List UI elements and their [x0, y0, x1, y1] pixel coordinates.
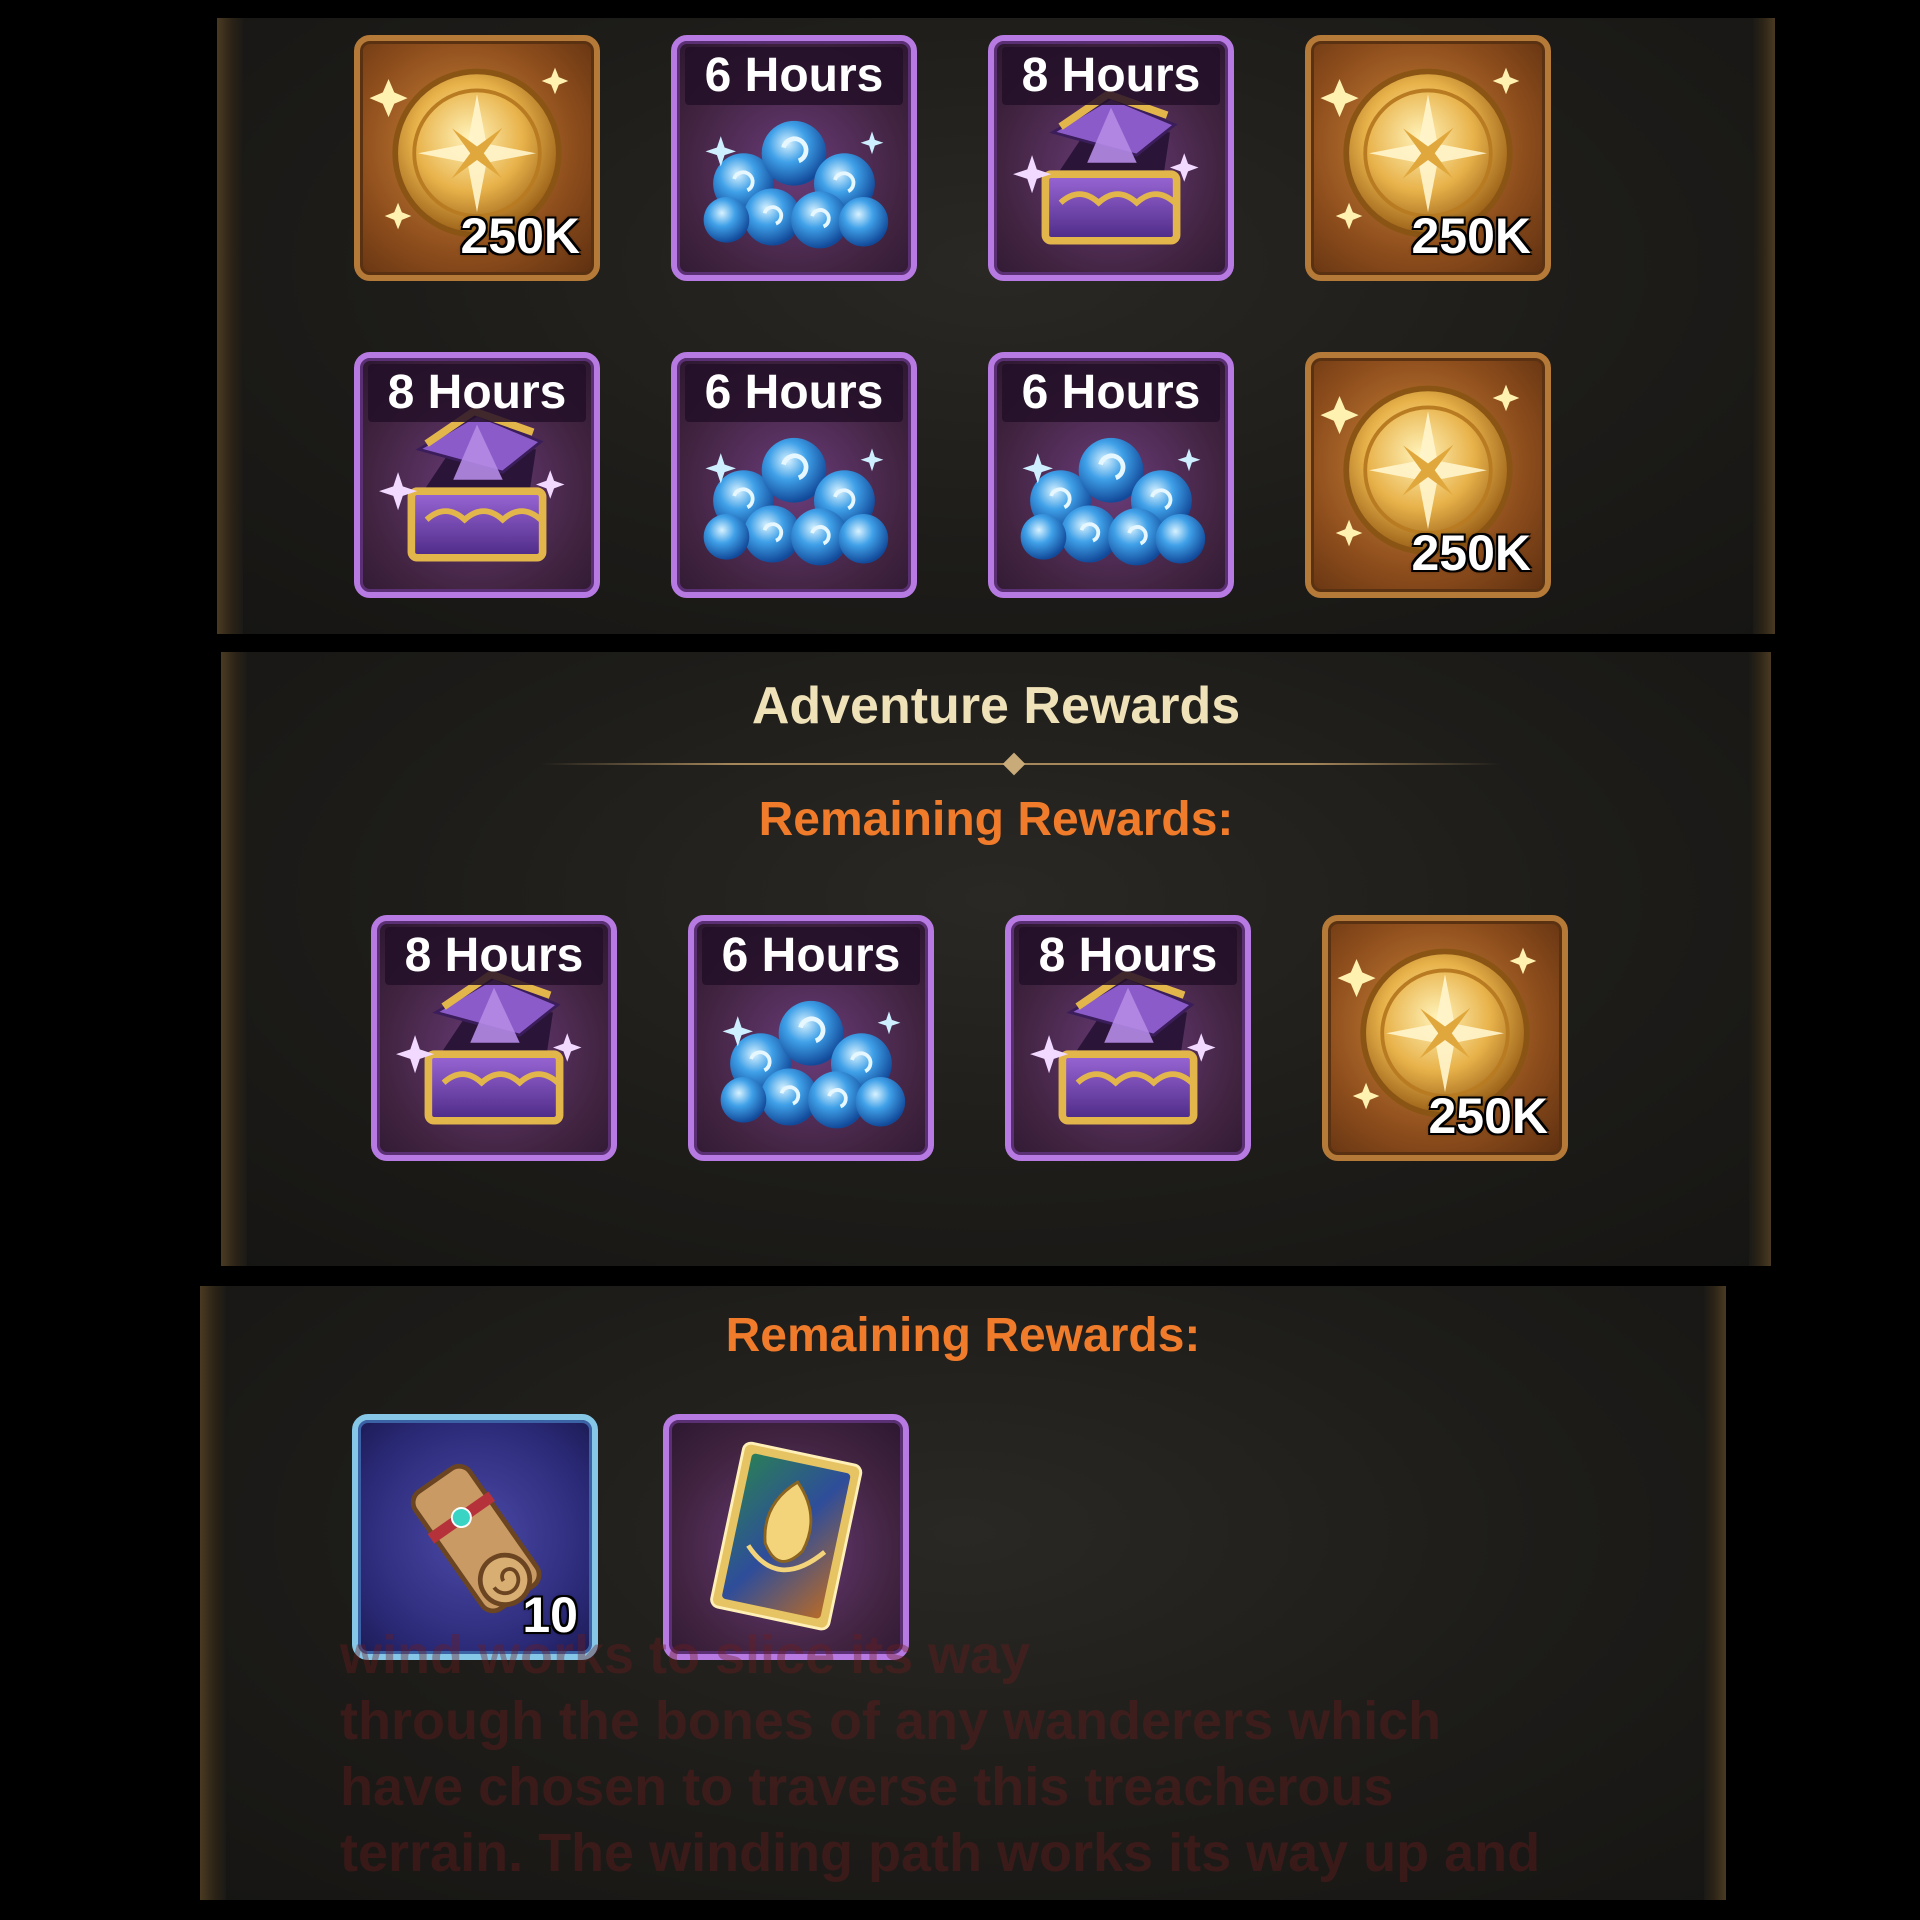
reward-hero-chest[interactable]: 8 Hours: [354, 352, 600, 598]
reward-quantity: 250K: [1428, 1088, 1548, 1144]
divider-ornament: [1002, 752, 1026, 776]
panel-frame-left: [221, 652, 247, 1266]
reward-duration: 6 Hours: [702, 927, 920, 985]
panel-frame-left: [200, 1286, 226, 1900]
reward-duration: 8 Hours: [368, 364, 586, 422]
reward-duration: 6 Hours: [1002, 364, 1220, 422]
faded-description-text: wind works to slice its way through the …: [340, 1625, 1541, 1883]
reward-duration: 8 Hours: [385, 927, 603, 985]
reward-spirit-orbs[interactable]: 6 Hours: [671, 352, 917, 598]
panel-frame-right: [1753, 18, 1775, 634]
remaining-rewards-panel: Remaining Rewards: 10 wind works to slic…: [200, 1286, 1726, 1900]
reward-quantity: 250K: [1411, 525, 1531, 581]
reward-hero-card[interactable]: [663, 1414, 909, 1660]
panel-title: Adventure Rewards: [751, 677, 1241, 735]
reward-hero-chest[interactable]: 8 Hours: [1005, 915, 1251, 1161]
reward-spirit-orbs[interactable]: 6 Hours: [988, 352, 1234, 598]
reward-duration: 6 Hours: [685, 47, 903, 105]
panel-frame-right: [1704, 1286, 1726, 1900]
reward-gold-coin[interactable]: 250K: [354, 35, 600, 281]
reward-quantity: 250K: [460, 208, 580, 264]
hero-card-icon: [669, 1420, 903, 1654]
reward-hero-chest[interactable]: 8 Hours: [371, 915, 617, 1161]
rewards-panel-top: 250K 6 Hours 8 Hours 250K 8 Hours 6 Hour…: [217, 18, 1775, 634]
remaining-rewards-label: Remaining Rewards:: [725, 1309, 1201, 1362]
reward-gold-coin[interactable]: 250K: [1305, 35, 1551, 281]
reward-quantity: 250K: [1411, 208, 1531, 264]
panel-frame-left: [217, 18, 243, 634]
reward-hero-chest[interactable]: 8 Hours: [988, 35, 1234, 281]
reward-duration: 8 Hours: [1002, 47, 1220, 105]
reward-spirit-orbs[interactable]: 6 Hours: [671, 35, 917, 281]
reward-gold-coin[interactable]: 250K: [1322, 915, 1568, 1161]
reward-duration: 6 Hours: [685, 364, 903, 422]
panel-frame-right: [1749, 652, 1771, 1266]
adventure-rewards-panel: Adventure Rewards Remaining Rewards: 8 H…: [221, 652, 1771, 1266]
reward-scroll[interactable]: 10: [352, 1414, 598, 1660]
reward-gold-coin[interactable]: 250K: [1305, 352, 1551, 598]
reward-spirit-orbs[interactable]: 6 Hours: [688, 915, 934, 1161]
reward-quantity: 10: [522, 1587, 578, 1643]
reward-duration: 8 Hours: [1019, 927, 1237, 985]
remaining-rewards-label: Remaining Rewards:: [758, 793, 1234, 846]
